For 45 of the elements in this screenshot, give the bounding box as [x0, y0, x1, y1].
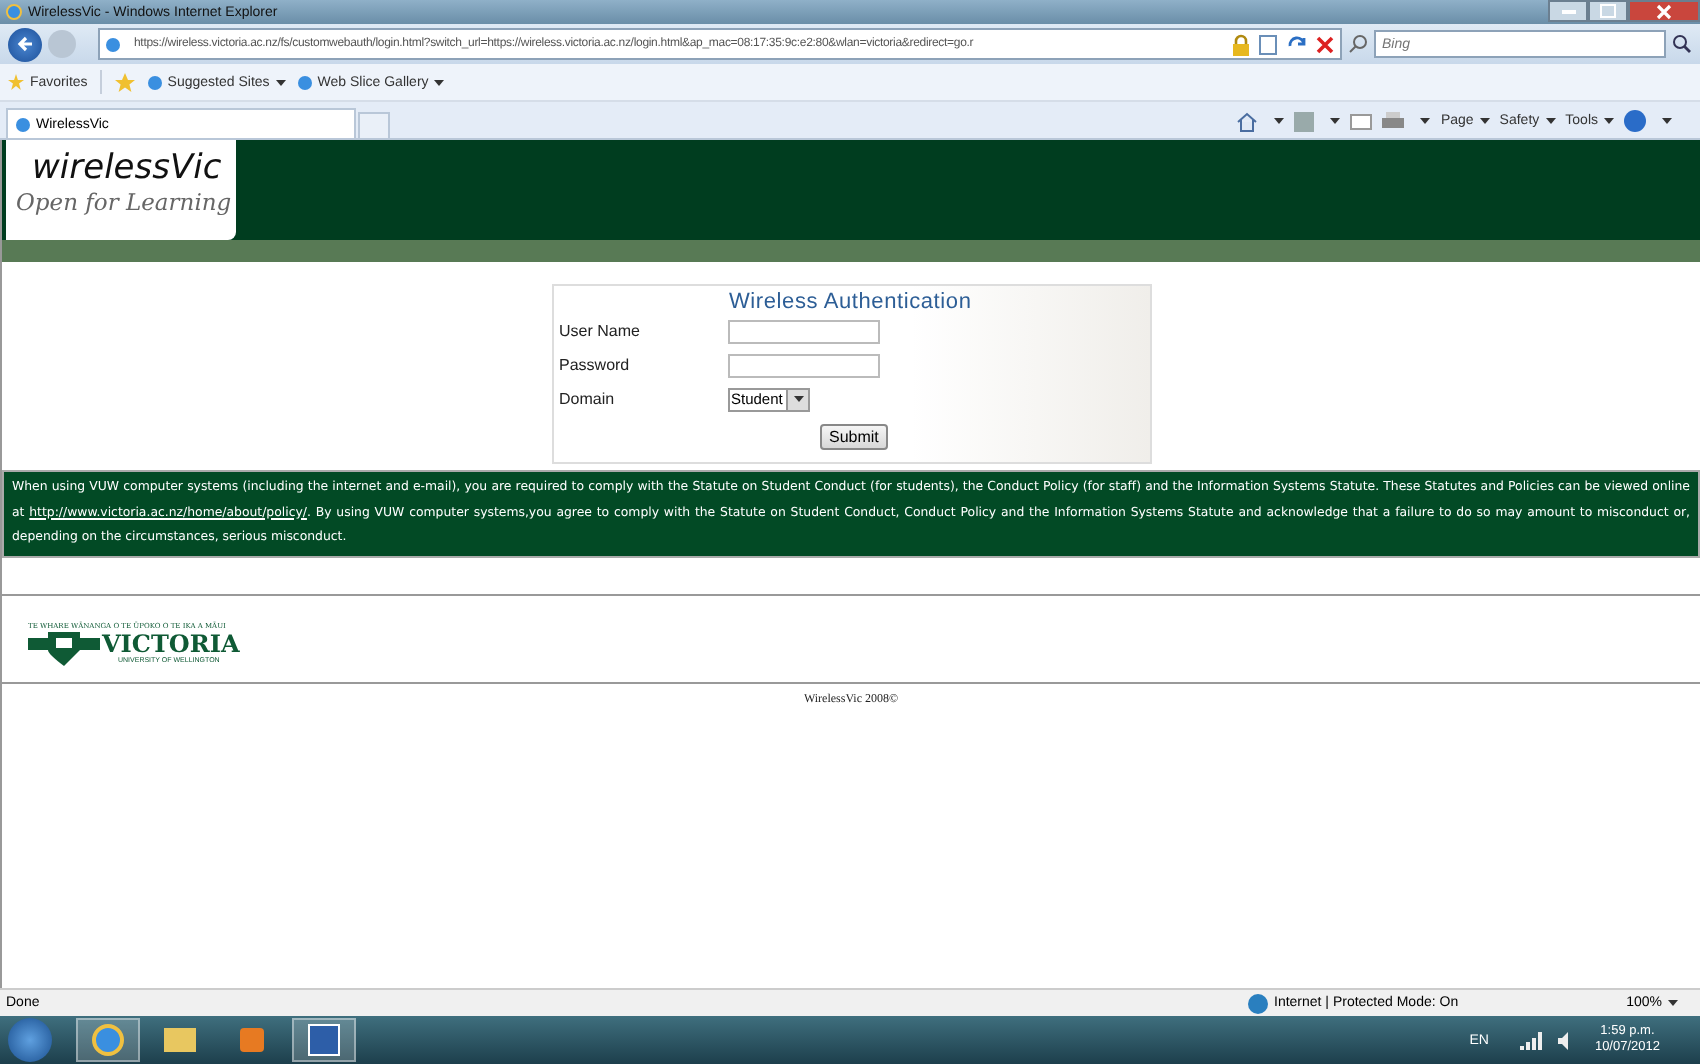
field-label: Domain	[559, 390, 617, 408]
maximize-button[interactable]	[1588, 0, 1628, 22]
field-label: Password	[559, 356, 632, 374]
caret-icon[interactable]	[1420, 118, 1431, 124]
caret-icon	[794, 396, 805, 402]
taskbar-document-icon[interactable]	[292, 1018, 356, 1062]
caret-icon	[1479, 118, 1490, 124]
stop-icon[interactable]	[1316, 35, 1334, 53]
crest-icon	[28, 629, 100, 665]
submit-button[interactable]: Submit	[819, 424, 889, 450]
site-tagline: Open for Learning	[16, 188, 232, 216]
caret-icon[interactable]	[1274, 118, 1285, 124]
field-label: User Name	[559, 322, 642, 340]
page-icon	[147, 75, 162, 89]
signal-icon[interactable]	[1520, 1031, 1543, 1049]
caret-icon	[1604, 118, 1614, 124]
print-icon[interactable]	[1382, 111, 1405, 131]
site-title: wirelessVic	[30, 148, 222, 188]
caret-icon[interactable]	[1330, 118, 1341, 124]
password-field[interactable]	[727, 353, 879, 377]
login-title: Wireless Authentication	[727, 290, 974, 314]
page-icon	[16, 117, 30, 131]
caret-icon	[1668, 1000, 1678, 1006]
taskbar-browser-icon[interactable]	[76, 1018, 140, 1062]
username-field[interactable]	[727, 319, 879, 343]
compatibility-icon[interactable]	[1258, 33, 1278, 55]
university-name: VICTORIA	[102, 631, 240, 655]
back-button[interactable]	[8, 27, 42, 61]
caret-icon[interactable]	[1662, 118, 1672, 124]
minimize-button[interactable]	[1548, 0, 1588, 22]
mail-icon[interactable]	[1350, 113, 1373, 129]
search-icon[interactable]	[1672, 34, 1692, 54]
magnifier-icon	[1348, 34, 1368, 54]
caret-icon	[275, 79, 286, 85]
caret-icon	[1545, 118, 1556, 124]
page-icon	[297, 75, 312, 89]
lock-icon	[1232, 33, 1250, 55]
start-button[interactable]	[8, 1018, 52, 1062]
back-arrow-icon	[15, 34, 35, 54]
caret-icon	[434, 79, 445, 85]
page-icon	[106, 37, 120, 51]
close-icon	[1656, 3, 1672, 19]
browser-icon	[6, 4, 22, 20]
home-icon[interactable]	[1236, 111, 1259, 131]
close-button[interactable]	[1628, 0, 1700, 22]
